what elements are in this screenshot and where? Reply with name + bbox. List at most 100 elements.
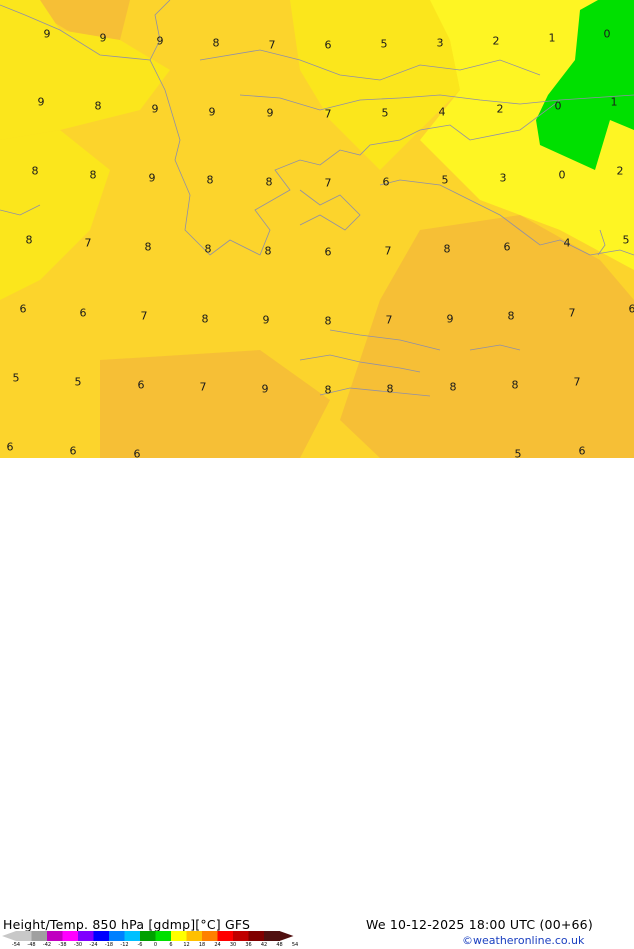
temperature-value: 5 bbox=[515, 449, 522, 459]
temperature-value: 7 bbox=[325, 109, 332, 120]
legend-tick-label: -42 bbox=[43, 943, 51, 948]
temperature-value: 7 bbox=[325, 178, 332, 189]
legend-swatch bbox=[78, 931, 94, 941]
legend-tick-label: 48 bbox=[276, 943, 282, 948]
temperature-value: 0 bbox=[555, 101, 562, 112]
temperature-value: 8 bbox=[32, 166, 39, 177]
temperature-value: 8 bbox=[444, 244, 451, 255]
legend-swatch bbox=[16, 931, 32, 941]
legend-swatch bbox=[218, 931, 234, 941]
temperature-value: 7 bbox=[385, 246, 392, 257]
temperature-value: 9 bbox=[447, 314, 454, 325]
temperature-value: 9 bbox=[267, 108, 274, 119]
legend-tick-label: 30 bbox=[230, 943, 236, 948]
temperature-value: 5 bbox=[381, 39, 388, 50]
legend-tick-label: 42 bbox=[261, 943, 267, 948]
temperature-value: 5 bbox=[13, 373, 20, 384]
temperature-value: 3 bbox=[437, 38, 444, 49]
temperature-value: 2 bbox=[617, 166, 624, 177]
credit-link[interactable]: ©weatheronline.co.uk bbox=[462, 934, 584, 947]
temperature-value: 5 bbox=[442, 175, 449, 186]
legend-tick-label: 24 bbox=[214, 943, 220, 948]
legend-tick-label: 0 bbox=[154, 943, 157, 948]
temperature-value: 8 bbox=[512, 380, 519, 391]
legend-tick-label: -6 bbox=[138, 943, 143, 948]
temperature-value: 7 bbox=[574, 377, 581, 388]
temperature-value: 5 bbox=[382, 108, 389, 119]
temperature-value: 9 bbox=[262, 384, 269, 395]
legend-tick-label: 54 bbox=[292, 943, 298, 948]
legend-swatch bbox=[32, 931, 48, 941]
legend-swatch bbox=[264, 931, 280, 941]
temperature-value: 6 bbox=[383, 177, 390, 188]
temperature-value: 0 bbox=[604, 29, 611, 40]
temperature-value: 6 bbox=[134, 449, 141, 459]
legend-swatch bbox=[140, 931, 156, 941]
temperature-value: 8 bbox=[213, 38, 220, 49]
temperature-value: 6 bbox=[325, 247, 332, 258]
legend-swatch bbox=[171, 931, 187, 941]
legend-tick-label: -54 bbox=[12, 943, 20, 948]
temperature-value: 9 bbox=[100, 33, 107, 44]
temperature-value: 7 bbox=[269, 40, 276, 51]
legend-tick-label: 18 bbox=[199, 943, 205, 948]
legend-ticks: -54 -48 -42 -38 -30 -24 -18 -12 -6 0 6 12 18 24 30 36 42… bbox=[0, 943, 300, 949]
temperature-value: 6 bbox=[325, 40, 332, 51]
legend-swatch bbox=[249, 931, 265, 941]
map-canvas bbox=[0, 0, 634, 458]
temperature-value: 1 bbox=[549, 33, 556, 44]
temperature-value: 6 bbox=[20, 304, 27, 315]
color-legend bbox=[2, 930, 294, 942]
temperature-value: 8 bbox=[266, 177, 273, 188]
temperature-value: 6 bbox=[579, 446, 586, 457]
temperature-value: 8 bbox=[387, 384, 394, 395]
temperature-value: 7 bbox=[569, 308, 576, 319]
legend-tick-label: 12 bbox=[183, 943, 189, 948]
legend-tick-label: 36 bbox=[245, 943, 251, 948]
legend-swatch bbox=[125, 931, 141, 941]
temperature-value: 4 bbox=[439, 107, 446, 118]
legend-swatch bbox=[109, 931, 125, 941]
temperature-value: 1 bbox=[611, 97, 618, 108]
map-datetime: We 10-12-2025 18:00 UTC (00+66) bbox=[366, 917, 593, 932]
temperature-value: 6 bbox=[504, 242, 511, 253]
temperature-value: 8 bbox=[90, 170, 97, 181]
temperature-value: 5 bbox=[623, 235, 630, 246]
legend-tick-label: -30 bbox=[74, 943, 82, 948]
temperature-value: 8 bbox=[325, 385, 332, 396]
legend-tick-label: -12 bbox=[120, 943, 128, 948]
temperature-value: 8 bbox=[325, 316, 332, 327]
temperature-value: 8 bbox=[205, 244, 212, 255]
temperature-value: 5 bbox=[75, 377, 82, 388]
legend-tick-label: -24 bbox=[89, 943, 97, 948]
temperature-value: 8 bbox=[207, 175, 214, 186]
temperature-value: 8 bbox=[508, 311, 515, 322]
temperature-value: 7 bbox=[141, 311, 148, 322]
legend-swatch bbox=[202, 931, 218, 941]
legend-tick-label: -18 bbox=[105, 943, 113, 948]
legend-tick-label: 6 bbox=[169, 943, 172, 948]
temperature-value: 8 bbox=[202, 314, 209, 325]
weather-map: 9998765321098999754201889887653028788867… bbox=[0, 0, 634, 458]
temperature-value: 9 bbox=[149, 173, 156, 184]
temperature-value: 9 bbox=[152, 104, 159, 115]
temperature-value: 6 bbox=[629, 304, 634, 315]
temperature-value: 8 bbox=[450, 382, 457, 393]
temperature-value: 9 bbox=[157, 36, 164, 47]
legend-tick-label: -48 bbox=[27, 943, 35, 948]
temperature-value: 8 bbox=[265, 246, 272, 257]
legend-swatch bbox=[233, 931, 249, 941]
legend-swatch bbox=[94, 931, 110, 941]
legend-arrow-right bbox=[280, 931, 294, 941]
temperature-value: 9 bbox=[44, 29, 51, 40]
temperature-value: 6 bbox=[138, 380, 145, 391]
temperature-value: 6 bbox=[80, 308, 87, 319]
temperature-value: 9 bbox=[263, 315, 270, 326]
legend-swatch bbox=[63, 931, 79, 941]
temperature-value: 2 bbox=[497, 104, 504, 115]
legend-tick-label: -38 bbox=[58, 943, 66, 948]
temperature-value: 8 bbox=[95, 101, 102, 112]
temperature-value: 8 bbox=[145, 242, 152, 253]
legend-swatch bbox=[47, 931, 63, 941]
temperature-value: 8 bbox=[26, 235, 33, 246]
